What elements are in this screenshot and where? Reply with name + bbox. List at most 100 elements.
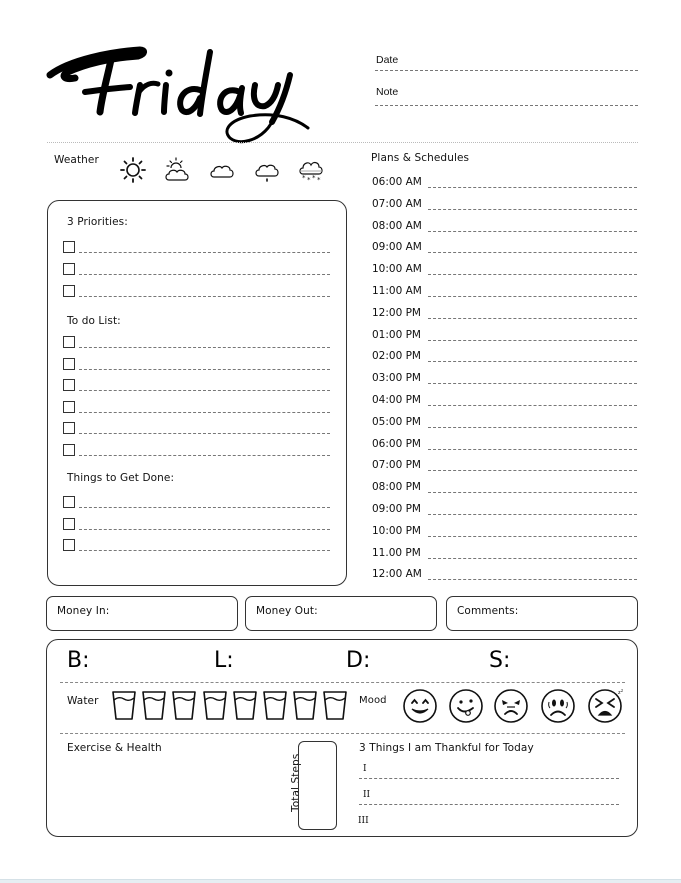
schedule-line[interactable]: [428, 579, 637, 581]
thankful-line[interactable]: [359, 778, 619, 779]
snack-field[interactable]: S:: [489, 648, 510, 673]
time-label: 05:00 PM: [372, 415, 421, 428]
schedule-line[interactable]: [428, 405, 637, 406]
things-line[interactable]: [79, 528, 330, 530]
header-divider: [47, 142, 638, 143]
checkbox[interactable]: [63, 241, 75, 253]
money-out-box[interactable]: Money Out:: [245, 596, 437, 631]
thankful-line[interactable]: [359, 804, 619, 805]
water-glass-icon[interactable]: [232, 691, 257, 725]
schedule-line[interactable]: [428, 514, 637, 515]
schedule-line[interactable]: [428, 383, 637, 385]
schedule-line[interactable]: [428, 208, 637, 210]
date-label: Date: [376, 54, 399, 66]
checkbox[interactable]: [63, 539, 75, 552]
schedule-line[interactable]: [428, 317, 637, 319]
things-line[interactable]: [79, 507, 330, 508]
playful-face-icon[interactable]: [448, 688, 484, 728]
time-label: 07:00 PM: [372, 459, 421, 472]
water-label: Water: [67, 695, 99, 707]
schedule-line[interactable]: [428, 470, 637, 472]
priority-line[interactable]: [79, 296, 330, 297]
angry-face-icon[interactable]: [493, 688, 529, 728]
time-label: 01:00 PM: [372, 328, 421, 341]
time-label: 08:00 PM: [372, 481, 421, 494]
schedule-line[interactable]: [428, 274, 637, 276]
time-label: 10:00 AM: [372, 263, 422, 276]
schedule-line[interactable]: [428, 426, 637, 428]
lunch-field[interactable]: L:: [214, 648, 234, 673]
checkbox[interactable]: [63, 379, 75, 392]
water-glass-icon[interactable]: [142, 691, 166, 725]
sun-icon[interactable]: [119, 156, 147, 188]
note-label: Note: [376, 86, 399, 98]
cloud-icon[interactable]: [208, 156, 236, 188]
tired-face-icon[interactable]: z z: [587, 688, 627, 728]
schedule-line[interactable]: [428, 252, 637, 254]
schedule-line[interactable]: [428, 492, 637, 494]
schedule-line[interactable]: [428, 296, 637, 297]
money-in-box[interactable]: Money In:: [46, 596, 238, 631]
todo-line[interactable]: [79, 411, 330, 413]
checkbox[interactable]: [63, 263, 75, 275]
time-label: 12:00 AM: [372, 568, 422, 581]
total-steps-box[interactable]: [298, 741, 337, 830]
checkbox[interactable]: [63, 422, 75, 435]
thankful-heading: 3 Things I am Thankful for Today: [359, 742, 534, 754]
schedule-line[interactable]: [428, 339, 637, 341]
water-glass-icon[interactable]: [112, 691, 136, 725]
todo-line[interactable]: [79, 347, 330, 348]
water-divider: [60, 733, 625, 734]
checkbox[interactable]: [63, 496, 75, 508]
checkbox[interactable]: [63, 517, 75, 530]
checkbox[interactable]: [63, 285, 75, 297]
time-label: 09:00 AM: [372, 241, 422, 254]
todo-line[interactable]: [79, 390, 330, 392]
priority-line[interactable]: [79, 274, 330, 275]
exercise-label: Exercise & Health: [67, 742, 162, 754]
checkbox[interactable]: [63, 336, 75, 348]
breakfast-field[interactable]: B:: [67, 648, 90, 673]
schedule-line[interactable]: [428, 230, 637, 232]
svg-text:*: *: [317, 176, 321, 184]
time-label: 07:00 AM: [372, 197, 422, 210]
todo-line[interactable]: [79, 433, 330, 435]
svg-text:*: *: [307, 176, 311, 184]
schedule-line[interactable]: [428, 557, 637, 559]
todo-heading: To do List:: [67, 315, 121, 327]
time-label: 12:00 PM: [372, 306, 421, 319]
schedule-line[interactable]: [428, 535, 637, 537]
date-line: [375, 70, 638, 71]
checkbox[interactable]: [63, 444, 75, 456]
snow-icon[interactable]: * * * *: [297, 156, 325, 188]
todo-line[interactable]: [79, 455, 330, 456]
sad-face-icon[interactable]: [540, 688, 576, 728]
money-out-label: Money Out:: [256, 605, 318, 617]
checkbox[interactable]: [63, 357, 75, 370]
water-glass-icon[interactable]: [172, 691, 197, 725]
water-glass-icon[interactable]: [293, 691, 317, 725]
schedule-line[interactable]: [428, 361, 637, 363]
checkbox[interactable]: [63, 400, 75, 413]
things-line[interactable]: [79, 550, 330, 552]
time-label: 09:00 PM: [372, 503, 421, 515]
time-label: 03:00 PM: [372, 372, 421, 385]
comments-label: Comments:: [457, 605, 519, 617]
todo-line[interactable]: [79, 368, 330, 370]
schedule-line[interactable]: [428, 187, 637, 188]
water-glass-icon[interactable]: [263, 691, 287, 725]
happy-face-icon[interactable]: [402, 688, 438, 728]
dinner-field[interactable]: D:: [346, 648, 370, 673]
partly-cloudy-icon[interactable]: [163, 156, 191, 188]
time-label: 02:00 PM: [372, 350, 421, 363]
time-label: 06:00 PM: [372, 437, 421, 450]
rain-icon[interactable]: [253, 156, 281, 188]
schedule-line[interactable]: [428, 448, 637, 450]
comments-box[interactable]: Comments:: [446, 596, 638, 631]
water-glass-icon[interactable]: [202, 691, 227, 725]
priority-line[interactable]: [79, 252, 330, 253]
water-glass-icon[interactable]: [323, 691, 348, 725]
thankful-numeral: I: [363, 764, 367, 774]
weather-label: Weather: [54, 154, 99, 166]
thankful-numeral: II: [363, 790, 371, 800]
